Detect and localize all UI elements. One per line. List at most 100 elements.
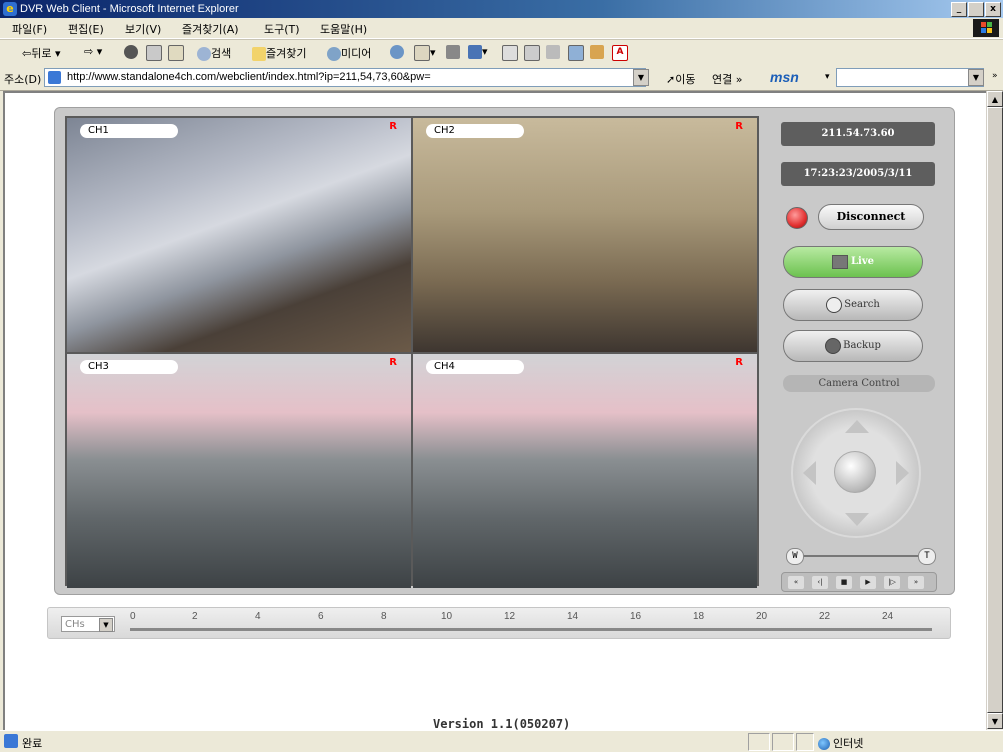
acrobat-button[interactable]: A [612, 45, 628, 61]
back-button[interactable]: ⇦뒤로 ▾ [22, 45, 61, 61]
zoom-wide-button[interactable]: W [786, 548, 804, 565]
home-button[interactable] [168, 45, 184, 61]
step-back-button[interactable]: ‹| [812, 576, 828, 589]
disconnect-button[interactable]: Disconnect [818, 204, 924, 230]
word-icon [468, 45, 482, 59]
camera-view-ch3[interactable]: CH3 R [67, 354, 411, 588]
page-done-icon [4, 734, 18, 748]
status-text: 완료 [22, 737, 43, 750]
channel-label: CH2 [426, 124, 524, 138]
menu-help[interactable]: 도움말(H) [320, 21, 367, 37]
messenger-button[interactable] [524, 45, 540, 61]
monitor-button[interactable] [568, 45, 584, 61]
pan-left-button[interactable] [803, 461, 816, 485]
menu-view[interactable]: 보기(V) [125, 21, 161, 37]
search-button[interactable]: 검색 [197, 45, 231, 61]
refresh-button[interactable] [146, 45, 162, 61]
scroll-thumb[interactable] [987, 107, 1003, 713]
pan-down-button[interactable] [845, 513, 869, 526]
timeline-tick-label: 14 [567, 611, 579, 622]
history-button[interactable] [390, 45, 404, 59]
vertical-scrollbar[interactable]: ▲ ▼ [986, 91, 1003, 730]
zoom-slider[interactable]: W T [786, 548, 936, 565]
camera-view-ch2[interactable]: CH2 R [413, 118, 757, 352]
media-button[interactable]: 미디어 [327, 45, 371, 61]
fast-rewind-button[interactable]: « [788, 576, 804, 589]
standard-toolbar: ⇦뒤로 ▾ ⇨ ▾ 검색 즐겨찾기 미디어 ▾ ▾ A [0, 39, 1003, 65]
timeline-tick-label: 16 [630, 611, 642, 622]
timeline-tick-label: 12 [504, 611, 516, 622]
status-cell [748, 733, 770, 751]
window-title: DVR Web Client - Microsoft Internet Expl… [20, 3, 239, 15]
backup-button[interactable]: Backup [783, 330, 923, 362]
channel-label: CH3 [80, 360, 178, 374]
status-cell [796, 733, 814, 751]
timeline-tick-label: 22 [819, 611, 831, 622]
play-button[interactable]: ▶ [860, 576, 876, 589]
mail-button[interactable]: ▾ [414, 45, 436, 61]
timeline-tick-label: 24 [882, 611, 894, 622]
address-input[interactable]: http://www.standalone4ch.com/webclient/i… [44, 68, 646, 87]
playback-controls: « ‹| ■ ▶ |▷ » [781, 572, 937, 592]
toolbar-chevron-icon[interactable]: » [992, 71, 998, 81]
discuss-button[interactable] [502, 45, 518, 61]
menu-bar: 파일(F) 편집(E) 보기(V) 즐겨찾기(A) 도구(T) 도움말(H) [0, 18, 1003, 39]
scroll-down-button[interactable]: ▼ [987, 713, 1003, 729]
zoom-track [804, 555, 918, 557]
camera-view-ch4[interactable]: CH4 R [413, 354, 757, 588]
refresh-icon [146, 45, 162, 61]
stop-button[interactable] [124, 45, 138, 59]
search-mode-button[interactable]: Search [783, 289, 923, 321]
channel-label: CH1 [80, 124, 178, 138]
timeline-tick-label: 18 [693, 611, 705, 622]
ip-display: 211.54.73.60 [781, 122, 935, 146]
timeline-track[interactable] [130, 628, 932, 631]
ie-logo-icon: e [3, 2, 17, 16]
go-button[interactable]: ➚이동 [666, 71, 695, 87]
print-button[interactable] [446, 45, 460, 59]
recording-indicator: R [735, 121, 743, 132]
msn-dropdown-icon[interactable]: ▾ [825, 72, 830, 82]
menu-favorites[interactable]: 즐겨찾기(A) [182, 21, 239, 37]
recording-indicator: R [389, 121, 397, 132]
back-arrow-icon: ⇦ [22, 47, 32, 60]
home-icon [168, 45, 184, 61]
zoom-tele-button[interactable]: T [918, 548, 936, 565]
msn-logo[interactable]: msn [770, 69, 799, 85]
scroll-up-button[interactable]: ▲ [987, 91, 1003, 107]
tools-extra-button[interactable] [590, 45, 604, 59]
links-button[interactable]: 연결 » [712, 71, 742, 87]
maximize-button[interactable] [968, 2, 984, 17]
msn-search-dropdown[interactable]: ▼ [968, 69, 984, 86]
stop-playback-button[interactable]: ■ [836, 576, 852, 589]
tools-extra-icon [590, 45, 604, 59]
channel-select[interactable]: CHs ▼ [61, 616, 115, 632]
mail-icon [414, 45, 430, 61]
live-button[interactable]: Live [783, 246, 923, 278]
pan-up-button[interactable] [845, 420, 869, 433]
address-dropdown-button[interactable]: ▼ [633, 69, 649, 86]
step-forward-button[interactable]: |▷ [884, 576, 900, 589]
recording-indicator: R [389, 357, 397, 368]
research-button[interactable] [546, 45, 560, 59]
minimize-button[interactable]: _ [951, 2, 967, 17]
camera-view-ch1[interactable]: CH1 R [67, 118, 411, 352]
monitor-icon [568, 45, 584, 61]
favorites-button[interactable]: 즐겨찾기 [252, 45, 306, 61]
msn-search-input[interactable] [836, 68, 984, 87]
ptz-control [791, 408, 921, 538]
timeline-tick-label: 6 [318, 611, 324, 622]
close-button[interactable]: x [985, 2, 1001, 17]
menu-edit[interactable]: 편집(E) [68, 21, 104, 37]
edit-button[interactable]: ▾ [468, 45, 488, 59]
menu-file[interactable]: 파일(F) [12, 21, 47, 37]
fast-forward-button[interactable]: » [908, 576, 924, 589]
forward-button[interactable]: ⇨ ▾ [84, 45, 102, 58]
go-arrow-icon: ➚ [666, 73, 676, 86]
menu-tools[interactable]: 도구(T) [264, 21, 300, 37]
timeline-bar: CHs ▼ 0 2 4 6 8 10 12 14 16 18 20 22 24 [47, 607, 951, 639]
timeline-tick-label: 2 [192, 611, 198, 622]
pan-right-button[interactable] [896, 461, 909, 485]
ptz-center-button[interactable] [834, 451, 876, 493]
messenger-icon [524, 45, 540, 61]
